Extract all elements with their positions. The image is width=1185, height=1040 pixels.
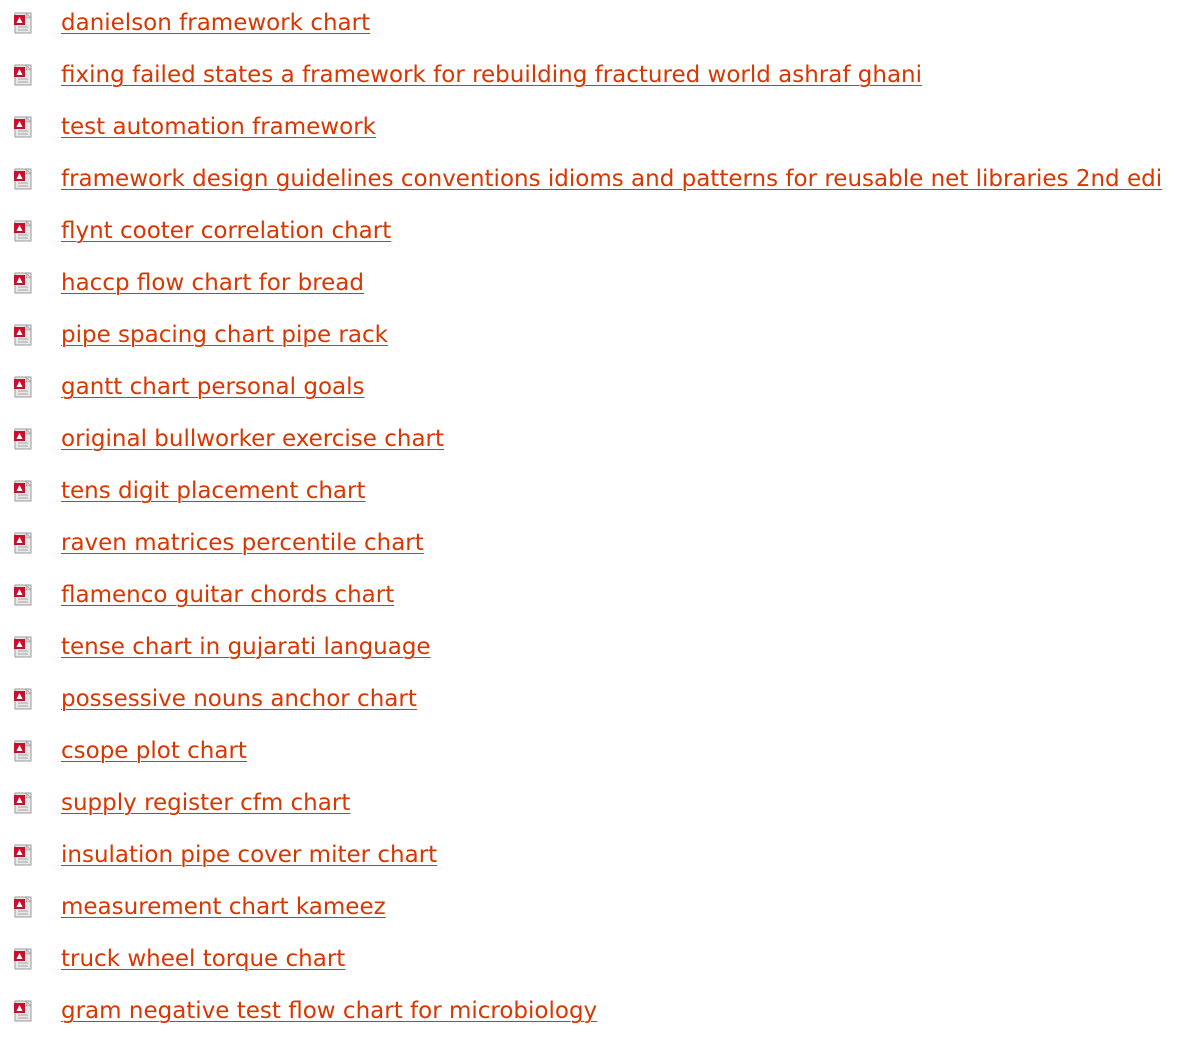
pdf-file-icon: [12, 688, 34, 710]
list-item: flynt cooter correlation chart: [0, 208, 1185, 260]
list-item: danielson framework chart: [0, 0, 1185, 52]
document-link[interactable]: test automation framework: [61, 113, 376, 141]
document-link[interactable]: original bullworker exercise chart: [61, 425, 444, 453]
list-item: haccp flow chart for bread: [0, 260, 1185, 312]
document-link[interactable]: pipe spacing chart pipe rack: [61, 321, 388, 349]
pdf-file-icon: [12, 64, 34, 86]
list-item: raven matrices percentile chart: [0, 520, 1185, 572]
pdf-file-icon: [12, 220, 34, 242]
list-item: gram negative test flow chart for microb…: [0, 988, 1185, 1040]
document-link[interactable]: csope plot chart: [61, 737, 247, 765]
list-item: measurement chart kameez: [0, 884, 1185, 936]
pdf-file-icon: [12, 12, 34, 34]
list-item: pipe spacing chart pipe rack: [0, 312, 1185, 364]
list-item: gantt chart personal goals: [0, 364, 1185, 416]
list-item: test automation framework: [0, 104, 1185, 156]
list-item: framework design guidelines conventions …: [0, 156, 1185, 208]
document-link[interactable]: gantt chart personal goals: [61, 373, 365, 401]
pdf-file-icon: [12, 948, 34, 970]
list-item: supply register cfm chart: [0, 780, 1185, 832]
document-link[interactable]: fixing failed states a framework for reb…: [61, 61, 922, 89]
pdf-file-icon: [12, 168, 34, 190]
document-link[interactable]: gram negative test flow chart for microb…: [61, 997, 597, 1025]
list-item: csope plot chart: [0, 728, 1185, 780]
document-link[interactable]: truck wheel torque chart: [61, 945, 345, 973]
pdf-file-icon: [12, 636, 34, 658]
list-item: tens digit placement chart: [0, 468, 1185, 520]
pdf-file-icon: [12, 584, 34, 606]
pdf-file-icon: [12, 116, 34, 138]
document-link[interactable]: supply register cfm chart: [61, 789, 350, 817]
list-item: fixing failed states a framework for reb…: [0, 52, 1185, 104]
pdf-file-icon: [12, 896, 34, 918]
pdf-file-icon: [12, 272, 34, 294]
list-item: flamenco guitar chords chart: [0, 572, 1185, 624]
list-item: insulation pipe cover miter chart: [0, 832, 1185, 884]
pdf-file-icon: [12, 428, 34, 450]
document-link[interactable]: measurement chart kameez: [61, 893, 386, 921]
pdf-file-icon: [12, 1000, 34, 1022]
pdf-file-icon: [12, 792, 34, 814]
document-link[interactable]: flynt cooter correlation chart: [61, 217, 391, 245]
pdf-file-icon: [12, 376, 34, 398]
list-item: original bullworker exercise chart: [0, 416, 1185, 468]
pdf-file-icon: [12, 324, 34, 346]
list-item: possessive nouns anchor chart: [0, 676, 1185, 728]
list-item: tense chart in gujarati language: [0, 624, 1185, 676]
document-link[interactable]: possessive nouns anchor chart: [61, 685, 417, 713]
document-link[interactable]: tense chart in gujarati language: [61, 633, 431, 661]
list-item: truck wheel torque chart: [0, 936, 1185, 988]
document-list: danielson framework chart fixing failed …: [0, 0, 1185, 1040]
pdf-file-icon: [12, 532, 34, 554]
pdf-file-icon: [12, 740, 34, 762]
document-link[interactable]: haccp flow chart for bread: [61, 269, 364, 297]
document-link[interactable]: raven matrices percentile chart: [61, 529, 424, 557]
pdf-file-icon: [12, 844, 34, 866]
document-link[interactable]: insulation pipe cover miter chart: [61, 841, 437, 869]
document-link[interactable]: tens digit placement chart: [61, 477, 365, 505]
document-link[interactable]: framework design guidelines conventions …: [61, 165, 1162, 193]
document-link[interactable]: flamenco guitar chords chart: [61, 581, 394, 609]
document-link[interactable]: danielson framework chart: [61, 9, 370, 37]
pdf-file-icon: [12, 480, 34, 502]
